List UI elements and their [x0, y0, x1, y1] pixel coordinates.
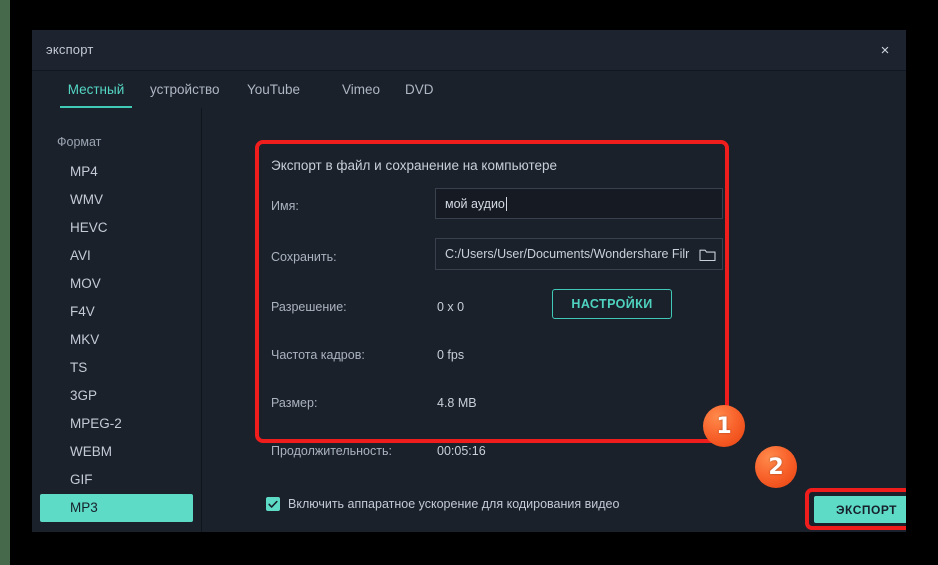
framerate-row: Частота кадров: 0 fps: [271, 336, 709, 380]
save-path-label: Сохранить:: [271, 250, 337, 264]
desktop-edge-strip: [0, 0, 10, 565]
dialog-footer: Включить аппаратное ускорение для кодиро…: [202, 484, 906, 532]
size-value: 4.8 MB: [437, 396, 477, 410]
filename-input[interactable]: мой аудио: [435, 188, 723, 219]
duration-label: Продолжительность:: [271, 444, 392, 458]
name-label: Имя:: [271, 199, 299, 213]
dialog-title: экспорт: [46, 42, 94, 57]
resolution-label: Разрешение:: [271, 300, 347, 314]
sidebar-item-wmv[interactable]: WMV: [40, 186, 193, 214]
export-button[interactable]: ЭКСПОРТ: [814, 496, 906, 523]
annotation-badge-2: 2: [755, 446, 797, 488]
folder-icon[interactable]: [699, 247, 716, 262]
sidebar-heading: Формат: [57, 135, 102, 149]
checkbox-check-icon: [266, 497, 280, 511]
export-form: Экспорт в файл и сохранение на компьютер…: [255, 140, 729, 458]
sidebar-item-gif[interactable]: GIF: [40, 466, 193, 494]
filename-value: мой аудио: [445, 196, 505, 211]
save-path-value: C:/Users/User/Documents/Wondershare Filr: [445, 247, 690, 261]
duration-row: Продолжительность: 00:05:16: [271, 432, 709, 476]
save-path-row: Сохранить: C:/Users/User/Documents/Wonde…: [271, 238, 723, 282]
tab-local[interactable]: Местный: [60, 71, 132, 108]
sidebar-item-mov[interactable]: MOV: [40, 270, 193, 298]
tab-youtube[interactable]: YouTube: [247, 71, 300, 108]
sidebar-item-mkv[interactable]: MKV: [40, 326, 193, 354]
sidebar-item-avi[interactable]: AVI: [40, 242, 193, 270]
sidebar-item-ts[interactable]: TS: [40, 354, 193, 382]
framerate-label: Частота кадров:: [271, 348, 365, 362]
sidebar-item-mp3[interactable]: MP3: [40, 494, 193, 522]
resolution-value: 0 x 0: [437, 300, 465, 314]
sidebar-item-webm[interactable]: WEBM: [40, 438, 193, 466]
sidebar-item-mp4[interactable]: MP4: [40, 158, 193, 186]
close-icon[interactable]: ×: [870, 36, 900, 64]
settings-button[interactable]: НАСТРОЙКИ: [552, 289, 672, 319]
framerate-value: 0 fps: [437, 348, 465, 362]
tab-dvd[interactable]: DVD: [405, 71, 434, 108]
text-caret: [505, 196, 507, 211]
export-dialog: экспорт × Местный устройство YouTube Vim…: [32, 30, 906, 532]
size-label: Размер:: [271, 396, 318, 410]
size-row: Размер: 4.8 MB: [271, 384, 709, 428]
checkbox-label: Включить аппаратное ускорение для кодиро…: [288, 497, 620, 511]
tab-device[interactable]: устройство: [150, 71, 220, 108]
sidebar-item-mpeg2[interactable]: MPEG-2: [40, 410, 193, 438]
sidebar-item-f4v[interactable]: F4V: [40, 298, 193, 326]
format-sidebar: Формат MP4 WMV HEVC AVI MOV F4V MKV TS 3…: [32, 108, 202, 532]
tab-vimeo[interactable]: Vimeo: [342, 71, 380, 108]
hardware-acceleration-checkbox[interactable]: Включить аппаратное ускорение для кодиро…: [266, 497, 619, 511]
export-settings-panel: Экспорт в файл и сохранение на компьютер…: [202, 108, 906, 532]
format-list: MP4 WMV HEVC AVI MOV F4V MKV TS 3GP MPEG…: [40, 158, 193, 522]
tab-bar: Местный устройство YouTube Vimeo DVD: [32, 71, 906, 109]
dialog-titlebar: экспорт ×: [32, 30, 906, 71]
sidebar-item-hevc[interactable]: HEVC: [40, 214, 193, 242]
duration-value: 00:05:16: [437, 444, 486, 458]
annotation-badge-1: 1: [703, 405, 745, 447]
save-path-input[interactable]: C:/Users/User/Documents/Wondershare Filr: [435, 238, 723, 270]
resolution-row: Разрешение: 0 x 0 НАСТРОЙКИ: [271, 288, 709, 332]
form-heading: Экспорт в файл и сохранение на компьютер…: [271, 158, 558, 173]
name-row: Имя: мой аудио: [271, 187, 723, 231]
sidebar-item-3gp[interactable]: 3GP: [40, 382, 193, 410]
